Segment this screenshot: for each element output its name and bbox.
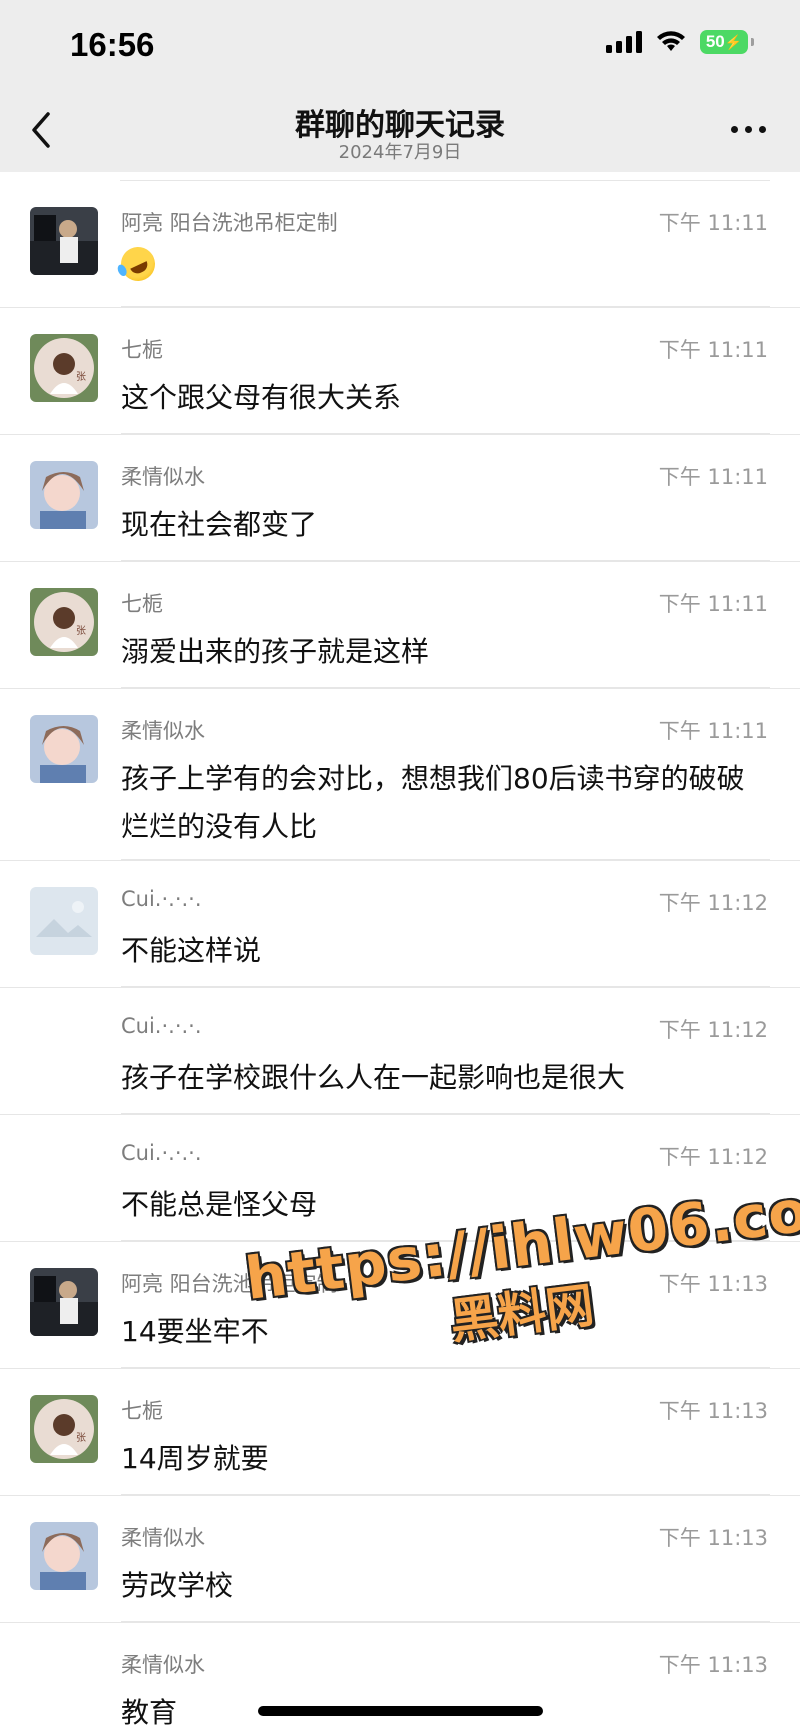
sender-name: Cui.·.·.·. (121, 1141, 202, 1165)
divider (121, 433, 770, 434)
nav-bar: 群聊的聊天记录 2024年7月9日 (0, 92, 800, 172)
message-time: 下午 11:11 (658, 719, 768, 743)
avatar[interactable]: 张 (30, 1395, 98, 1463)
sender-name: 七栀 (121, 1399, 163, 1423)
message-text: 不能这样说 (121, 934, 262, 967)
divider (121, 1367, 770, 1368)
divider (121, 1113, 770, 1114)
sender-name: Cui.·.·.·. (121, 1014, 202, 1038)
message-time: 下午 11:13 (658, 1399, 768, 1423)
status-time: 16:56 (70, 26, 155, 63)
message-content (115, 241, 760, 296)
avatar[interactable]: 张 (30, 334, 98, 402)
divider (121, 687, 770, 688)
sender-name: 柔情似水 (121, 719, 205, 743)
message-item[interactable]: 阿亮 阳台洗池吊柜定制 下午 11:13 14要坐牢不 (0, 1242, 800, 1369)
sender-name: 柔情似水 (121, 1653, 205, 1677)
message-item[interactable]: 张 七栀 下午 11:11 溺爱出来的孩子就是这样 (0, 562, 800, 689)
message-item[interactable]: 张 七栀 下午 11:13 14周岁就要 (0, 1369, 800, 1496)
home-indicator (258, 1706, 543, 1716)
message-list[interactable]: 阿亮 阳台洗池吊柜定制 下午 11:11 张 七栀 下午 11:11 这个跟父母… (0, 181, 800, 1732)
message-item[interactable]: 张 七栀 下午 11:11 这个跟父母有很大关系 (0, 308, 800, 435)
message-text: 14周岁就要 (121, 1442, 269, 1475)
message-text: 这个跟父母有很大关系 (121, 381, 402, 414)
message-text: 14要坐牢不 (121, 1315, 269, 1348)
message-item[interactable]: Cui.·.·.·. 下午 11:12 不能总是怪父母 (0, 1115, 800, 1242)
divider (121, 1494, 770, 1495)
more-options-button[interactable] (731, 126, 766, 133)
battery-icon: 50 ⚡ (700, 30, 754, 54)
message-text: 孩子上学有的会对比，想想我们80后读书穿的破破烂烂的没有人比 (121, 762, 745, 843)
message-item[interactable]: 柔情似水 下午 11:11 现在社会都变了 (0, 435, 800, 562)
message-time: 下午 11:11 (658, 338, 768, 362)
message-time: 下午 11:11 (658, 592, 768, 616)
message-time: 下午 11:12 (658, 1018, 768, 1042)
sender-name: Cui.·.·.·. (121, 887, 202, 911)
svg-text:张: 张 (76, 625, 86, 637)
avatar[interactable] (30, 1522, 98, 1590)
avatar[interactable] (30, 715, 98, 783)
divider (121, 986, 770, 987)
avatar[interactable] (30, 887, 98, 955)
divider (121, 306, 770, 307)
wifi-icon (657, 31, 685, 51)
message-time: 下午 11:13 (658, 1653, 768, 1677)
avatar[interactable]: 张 (30, 588, 98, 656)
status-icons: 50 ⚡ (606, 30, 754, 54)
svg-text:张: 张 (76, 1432, 86, 1444)
message-time: 下午 11:13 (658, 1526, 768, 1550)
cellular-signal-icon (606, 31, 642, 53)
sender-name: 柔情似水 (121, 465, 205, 489)
message-item[interactable]: 阿亮 阳台洗池吊柜定制 下午 11:11 (0, 181, 800, 308)
message-time: 下午 11:13 (658, 1272, 768, 1296)
message-time: 下午 11:11 (658, 465, 768, 489)
message-text: 孩子在学校跟什么人在一起影响也是很大 (121, 1061, 626, 1094)
status-bar: 16:56 50 ⚡ (0, 0, 800, 92)
message-item[interactable]: 柔情似水 下午 11:11 孩子上学有的会对比，想想我们80后读书穿的破破烂烂的… (0, 689, 800, 861)
message-item[interactable]: 柔情似水 下午 11:13 劳改学校 (0, 1496, 800, 1623)
message-text: 劳改学校 (121, 1569, 234, 1602)
divider (121, 1621, 770, 1622)
sender-name: 七栀 (121, 338, 163, 362)
avatar[interactable] (30, 1268, 98, 1336)
message-text: 溺爱出来的孩子就是这样 (121, 635, 430, 668)
divider (121, 859, 770, 860)
avatar[interactable] (30, 207, 98, 275)
svg-text:张: 张 (76, 371, 86, 383)
message-text: 不能总是怪父母 (121, 1188, 318, 1221)
message-item[interactable]: Cui.·.·.·. 下午 11:12 孩子在学校跟什么人在一起影响也是很大 (0, 988, 800, 1115)
message-item[interactable]: Cui.·.·.·. 下午 11:12 不能这样说 (0, 861, 800, 988)
sender-name: 阿亮 阳台洗池吊柜定制 (121, 211, 338, 235)
page-subtitle-date: 2024年7月9日 (338, 142, 462, 163)
sender-name: 柔情似水 (121, 1526, 205, 1550)
message-text: 现在社会都变了 (121, 508, 318, 541)
avatar[interactable] (30, 461, 98, 529)
divider (121, 560, 770, 561)
rolling-laughing-emoji-icon (115, 241, 161, 287)
divider (121, 1240, 770, 1241)
message-time: 下午 11:12 (658, 891, 768, 915)
sender-name: 七栀 (121, 592, 163, 616)
sender-name: 阿亮 阳台洗池吊柜定制 (121, 1272, 338, 1296)
battery-level: 50 (705, 32, 725, 51)
message-time: 下午 11:12 (658, 1145, 768, 1169)
message-time: 下午 11:11 (658, 211, 768, 235)
